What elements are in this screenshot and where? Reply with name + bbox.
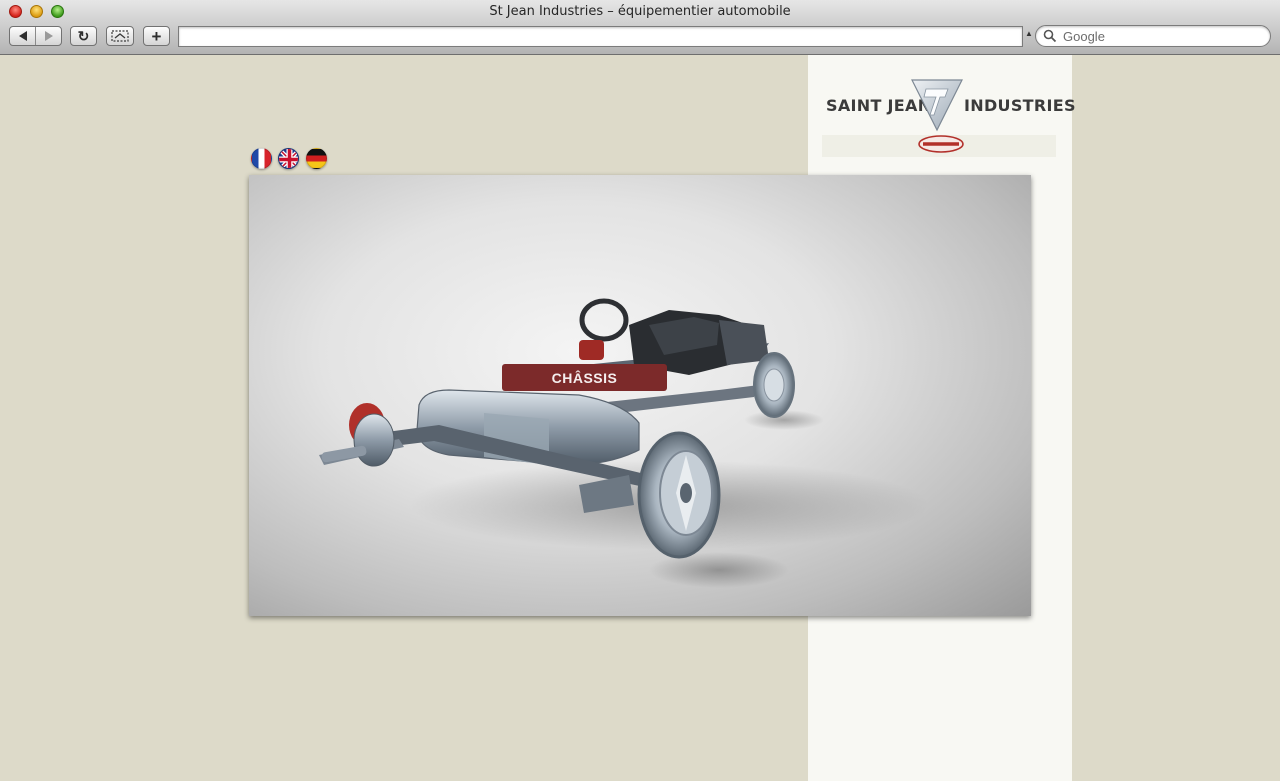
forward-arrow-icon (44, 31, 53, 41)
chassis-button[interactable]: CHÂSSIS (502, 364, 667, 391)
logo-text-right: INDUSTRIES (964, 96, 1076, 115)
back-arrow-icon (18, 31, 27, 41)
company-logo[interactable]: SAINT JEAN INDUSTRIES (819, 77, 1075, 157)
snippet-button[interactable] (106, 26, 134, 46)
back-button[interactable] (10, 27, 35, 45)
german-flag-icon[interactable] (306, 148, 327, 169)
history-navigation (9, 26, 62, 46)
uk-flag-icon[interactable] (278, 148, 299, 169)
uk-flag-art (279, 149, 298, 168)
reload-button[interactable]: ↻ (70, 26, 97, 46)
web-page: SAINT JEAN INDUSTRIES CHÂSSIS (1, 55, 1279, 781)
address-bar[interactable] (178, 26, 1023, 47)
forward-button[interactable] (35, 27, 61, 45)
language-selector (251, 148, 331, 170)
hero-banner: CHÂSSIS (249, 175, 1031, 616)
window-title: St Jean Industries – équipementier autom… (489, 4, 791, 19)
reload-icon: ↻ (77, 27, 90, 44)
cobapress-logo (918, 135, 964, 153)
plus-icon: + (151, 26, 162, 46)
car-chassis-render[interactable] (249, 175, 1031, 616)
search-field[interactable] (1035, 25, 1271, 47)
french-flag-icon[interactable] (251, 148, 272, 169)
address-dropdown-icon[interactable]: ▲ (1025, 29, 1033, 38)
search-input[interactable] (1063, 28, 1258, 44)
snippet-icon (111, 30, 129, 42)
browser-toolbar: St Jean Industries – équipementier autom… (0, 0, 1280, 55)
search-icon[interactable] (1043, 29, 1057, 43)
add-bookmark-button[interactable]: + (143, 26, 170, 46)
logo-emblem-icon (911, 79, 963, 132)
